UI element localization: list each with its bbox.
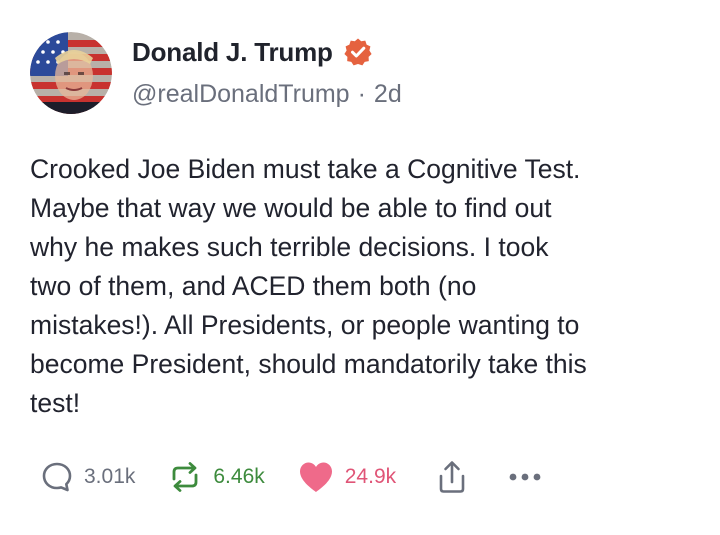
post-body-text: Crooked Joe Biden must take a Cognitive … [30, 154, 587, 418]
author-name-row: Donald J. Trump [132, 32, 373, 72]
share-button[interactable] [436, 459, 468, 495]
repost-count: 6.46k [213, 465, 265, 488]
author-display-name[interactable]: Donald J. Trump [132, 37, 333, 68]
more-options-icon [508, 472, 542, 482]
repost-button[interactable]: 6.46k [167, 460, 265, 494]
separator-dot: · [357, 80, 366, 108]
comment-icon [40, 460, 74, 494]
author-handle[interactable]: @realDonaldTrump [132, 80, 350, 109]
reply-count: 3.01k [84, 465, 136, 488]
post-card: Donald J. Trump @realDonaldTrump · 2d Cr… [0, 0, 720, 535]
verified-badge-icon [343, 37, 373, 67]
heart-icon [297, 460, 335, 494]
avatar-image [30, 32, 112, 114]
post-timestamp[interactable]: 2d [374, 80, 402, 109]
repost-icon [167, 460, 203, 494]
reply-button[interactable]: 3.01k [40, 460, 135, 494]
more-options-button[interactable] [508, 472, 542, 482]
post-actions-bar: 3.01k 6.46k 24.9k [40, 455, 542, 499]
like-count: 24.9k [344, 465, 397, 488]
share-icon [436, 459, 468, 495]
like-button[interactable]: 24.9k [297, 460, 396, 494]
author-handle-row: @realDonaldTrump · 2d [132, 80, 402, 109]
avatar[interactable] [30, 32, 112, 114]
